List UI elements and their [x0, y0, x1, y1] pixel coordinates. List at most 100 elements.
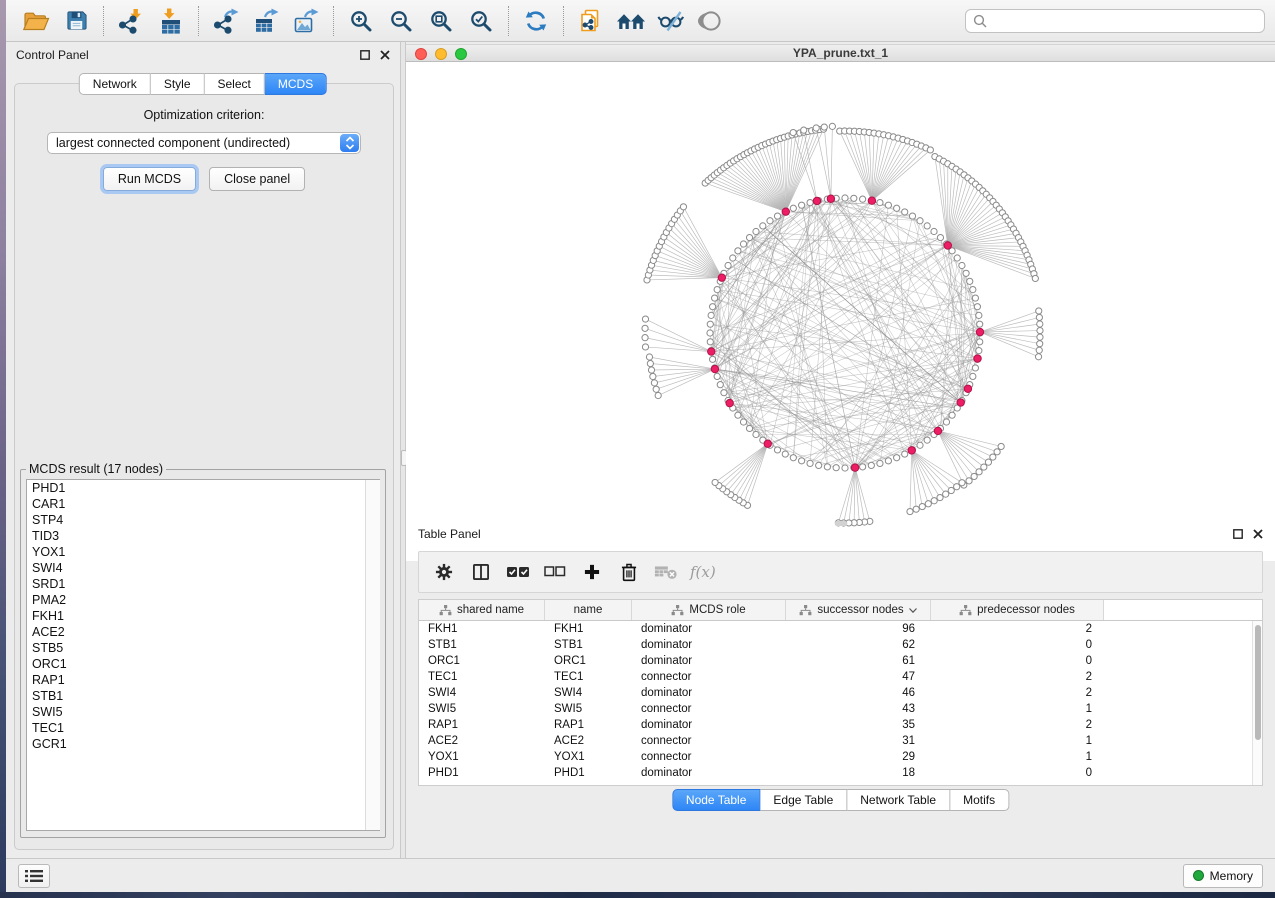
import-table-icon[interactable] — [151, 4, 191, 38]
import-network-icon[interactable] — [111, 4, 151, 38]
table-row[interactable]: PHD1PHD1dominator180 — [419, 765, 1252, 781]
mcds-result-item[interactable]: FKH1 — [27, 608, 379, 624]
mcds-list-scrollbar[interactable] — [365, 480, 380, 830]
mcds-result-item[interactable]: TEC1 — [27, 720, 379, 736]
node-table-header: shared name name MCDS role successor nod… — [419, 600, 1262, 621]
hide-graphics-details-icon[interactable] — [651, 4, 691, 38]
toolbar-separator — [198, 6, 199, 36]
mcds-result-item[interactable]: PHD1 — [27, 480, 379, 496]
float-panel-icon[interactable] — [1233, 529, 1243, 539]
refresh-layout-icon[interactable] — [516, 4, 556, 38]
sort-caret-icon — [909, 608, 917, 613]
mcds-result-item[interactable]: YOX1 — [27, 544, 379, 560]
table-scrollbar-thumb[interactable] — [1255, 625, 1261, 740]
task-history-button[interactable] — [18, 864, 50, 888]
close-window-icon[interactable] — [415, 48, 427, 60]
mcds-result-item[interactable]: ORC1 — [27, 656, 379, 672]
table-settings-icon[interactable] — [425, 555, 462, 589]
table-row[interactable]: STB1STB1dominator620 — [419, 637, 1252, 653]
table-row[interactable]: SWI4SWI4dominator462 — [419, 685, 1252, 701]
table-row[interactable]: YOX1YOX1connector291 — [419, 749, 1252, 765]
tab-select[interactable]: Select — [205, 73, 265, 95]
table-row[interactable]: ACE2ACE2connector311 — [419, 733, 1252, 749]
column-header-name[interactable]: name — [545, 600, 632, 620]
zoom-in-icon[interactable] — [341, 4, 381, 38]
show-columns-icon[interactable] — [462, 555, 499, 589]
list-icon — [25, 869, 43, 883]
mcds-result-item[interactable]: SWI4 — [27, 560, 379, 576]
mcds-result-item[interactable]: RAP1 — [27, 672, 379, 688]
mcds-result-item[interactable]: GCR1 — [27, 736, 379, 752]
mcds-result-item[interactable]: STB5 — [27, 640, 379, 656]
function-builder-icon-disabled: f(x) — [684, 555, 722, 589]
mcds-result-item[interactable]: PMA2 — [27, 592, 379, 608]
maximize-window-icon[interactable] — [455, 48, 467, 60]
table-row[interactable]: SWI5SWI5connector431 — [419, 701, 1252, 717]
tab-node-table[interactable]: Node Table — [672, 789, 761, 811]
tab-network-table[interactable]: Network Table — [847, 789, 950, 811]
close-panel-button[interactable]: Close panel — [209, 167, 305, 191]
add-column-icon[interactable] — [573, 555, 610, 589]
browse-home-icon[interactable] — [611, 4, 651, 38]
table-row[interactable]: ORC1ORC1dominator610 — [419, 653, 1252, 669]
criterion-value: largest connected component (undirected) — [56, 136, 290, 150]
zoom-selected-icon[interactable] — [461, 4, 501, 38]
network-canvas[interactable] — [406, 62, 1275, 561]
table-row[interactable]: TEC1TEC1connector472 — [419, 669, 1252, 685]
toolbar-separator — [563, 6, 564, 36]
mcds-result-item[interactable]: STP4 — [27, 512, 379, 528]
table-panel-resize-handle[interactable] — [835, 521, 847, 526]
tab-style[interactable]: Style — [151, 73, 205, 95]
save-session-icon[interactable] — [56, 4, 96, 38]
mcds-result-item[interactable]: STB1 — [27, 688, 379, 704]
table-scrollbar[interactable] — [1252, 621, 1262, 785]
export-image-icon[interactable] — [286, 4, 326, 38]
tab-mcds[interactable]: MCDS — [265, 73, 327, 95]
desktop-wallpaper-bottom — [0, 892, 1275, 898]
zoom-fit-icon[interactable] — [421, 4, 461, 38]
mcds-result-item[interactable]: SWI5 — [27, 704, 379, 720]
node-table-body: FKH1FKH1dominator962STB1STB1dominator620… — [419, 621, 1252, 785]
mcds-result-item[interactable]: CAR1 — [27, 496, 379, 512]
open-session-icon[interactable] — [16, 4, 56, 38]
search-input[interactable] — [992, 13, 1257, 29]
export-table-icon[interactable] — [246, 4, 286, 38]
network-window-titlebar[interactable]: YPA_prune.txt_1 — [406, 44, 1275, 62]
mcds-result-list[interactable]: PHD1CAR1STP4TID3YOX1SWI4SRD1PMA2FKH1ACE2… — [26, 479, 380, 831]
float-panel-icon[interactable] — [360, 50, 370, 60]
close-panel-icon[interactable] — [1253, 529, 1263, 539]
toolbar-separator — [508, 6, 509, 36]
column-header-shared-name[interactable]: shared name — [419, 600, 545, 620]
tab-network[interactable]: Network — [79, 73, 151, 95]
run-mcds-button[interactable]: Run MCDS — [103, 167, 196, 191]
cytoscape-window: Control Panel Network Style Select MCDS … — [6, 0, 1275, 892]
show-graphics-details-icon[interactable] — [691, 4, 731, 38]
tab-edge-table[interactable]: Edge Table — [760, 789, 847, 811]
criterion-select[interactable]: largest connected component (undirected) — [47, 132, 361, 154]
network-snapshot-icon[interactable] — [571, 4, 611, 38]
mcds-panel: Optimization criterion: largest connecte… — [14, 83, 394, 850]
minimize-window-icon[interactable] — [435, 48, 447, 60]
column-header-successor-nodes[interactable]: successor nodes — [786, 600, 931, 620]
delete-icon[interactable] — [610, 555, 647, 589]
zoom-out-icon[interactable] — [381, 4, 421, 38]
mcds-result-item[interactable]: TID3 — [27, 528, 379, 544]
table-row[interactable]: FKH1FKH1dominator962 — [419, 621, 1252, 637]
select-all-icon[interactable] — [499, 555, 536, 589]
close-panel-icon[interactable] — [380, 50, 390, 60]
mcds-result-item[interactable]: SRD1 — [27, 576, 379, 592]
memory-button[interactable]: Memory — [1183, 864, 1263, 888]
toolbar-separator — [333, 6, 334, 36]
control-panel-tabs: Network Style Select MCDS — [79, 73, 327, 95]
select-stepper-icon — [340, 134, 359, 152]
column-header-predecessor-nodes[interactable]: predecessor nodes — [931, 600, 1104, 620]
network-canvas-svg — [406, 62, 1275, 561]
search-field[interactable] — [965, 9, 1265, 33]
deselect-all-icon[interactable] — [536, 555, 573, 589]
table-row[interactable]: RAP1RAP1dominator352 — [419, 717, 1252, 733]
control-panel: Control Panel Network Style Select MCDS … — [6, 42, 400, 858]
column-header-mcds-role[interactable]: MCDS role — [632, 600, 786, 620]
tab-motifs[interactable]: Motifs — [950, 789, 1009, 811]
mcds-result-item[interactable]: ACE2 — [27, 624, 379, 640]
export-network-icon[interactable] — [206, 4, 246, 38]
